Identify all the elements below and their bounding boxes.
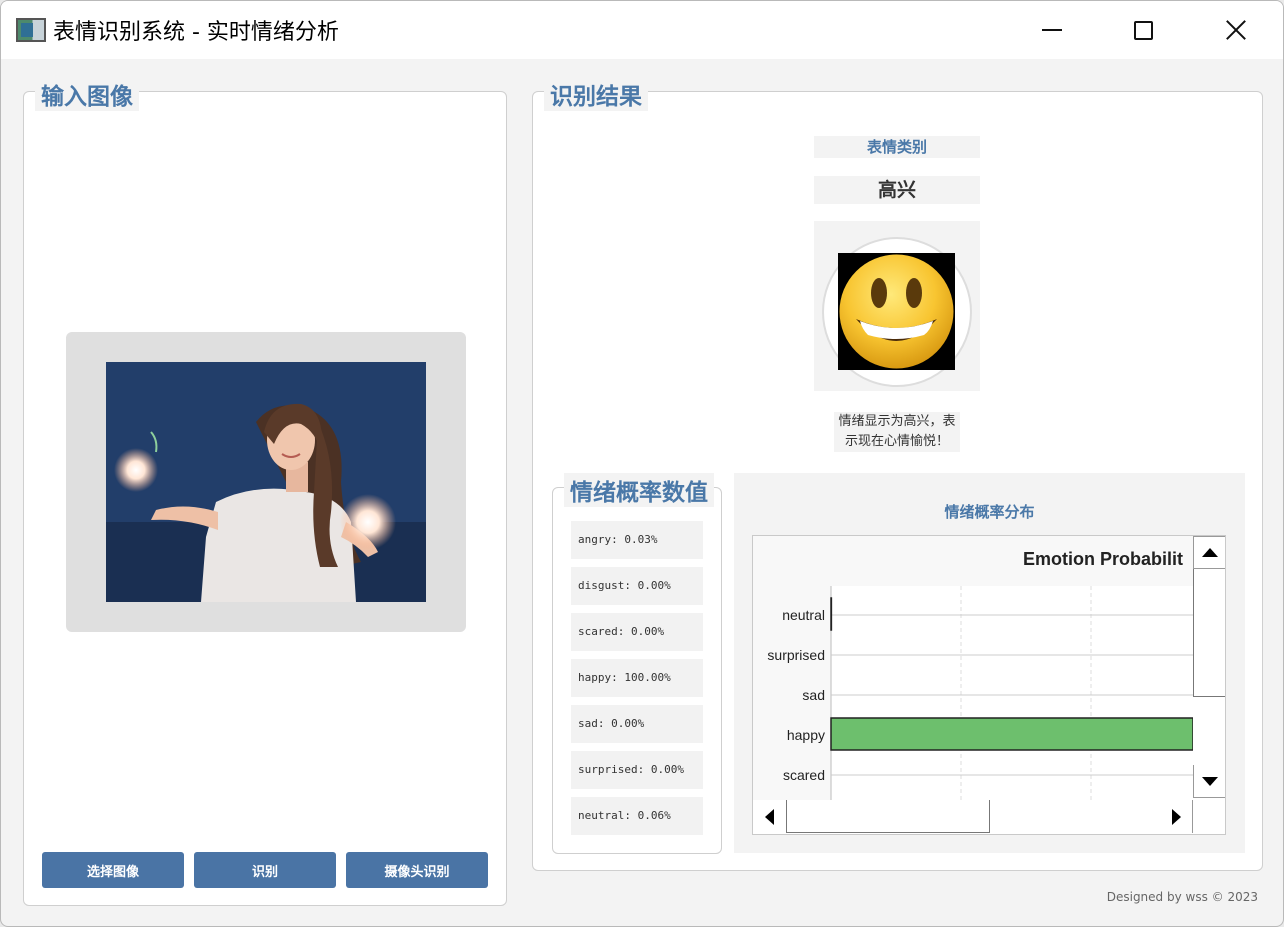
chart-category-label: scared — [783, 767, 825, 783]
footer-credit: Designed by wss © 2023 — [1106, 890, 1258, 904]
minimize-icon — [1042, 29, 1062, 31]
app-window: 表情识别系统 - 实时情绪分析 输入图像 选择图像 识别 摄像头识别 识别结果 … — [0, 0, 1284, 927]
emotion-category-label: 表情类别 — [814, 136, 980, 158]
arrow-right-icon — [1171, 808, 1181, 825]
close-icon — [1225, 19, 1247, 41]
scroll-down-button[interactable] — [1193, 765, 1225, 798]
scroll-left-button[interactable] — [753, 800, 786, 833]
vertical-scroll-thumb[interactable] — [1193, 569, 1225, 697]
camera-recognize-button[interactable]: 摄像头识别 — [346, 852, 488, 888]
probability-item: disgust: 0.00% — [571, 567, 703, 605]
arrow-down-icon — [1202, 776, 1218, 786]
scroll-up-button[interactable] — [1193, 536, 1225, 569]
probability-item: happy: 100.00% — [571, 659, 703, 697]
probability-item: angry: 0.03% — [571, 521, 703, 559]
emotion-probability-chart: Emotion Probabilit neutral surprised sad ha… — [753, 536, 1193, 800]
arrow-left-icon — [765, 808, 774, 825]
photo-content — [106, 362, 426, 602]
chart-scroll-area[interactable]: Emotion Probabilit neutral surprised sad ha… — [752, 535, 1226, 835]
probability-item: sad: 0.00% — [571, 705, 703, 743]
horizontal-scrollbar[interactable] — [753, 800, 1193, 834]
probability-panel: 情绪概率数值 angry: 0.03% disgust: 0.00% scare… — [552, 473, 722, 854]
scroll-right-button[interactable] — [1160, 800, 1193, 833]
emoji-background — [838, 253, 955, 370]
window-title: 表情识别系统 - 实时情绪分析 — [53, 20, 339, 45]
arrow-up-icon — [1201, 548, 1218, 557]
probability-item: surprised: 0.00% — [571, 751, 703, 789]
minimize-button[interactable] — [1030, 11, 1074, 49]
chart-category-label: happy — [787, 727, 825, 743]
input-image-panel: 输入图像 选择图像 识别 摄像头识别 — [23, 77, 507, 906]
probability-title: 情绪概率数值 — [564, 473, 714, 507]
app-icon — [16, 18, 46, 42]
description-line-2: 示现在心情愉悦！ — [844, 434, 949, 449]
probability-item: scared: 0.00% — [571, 613, 703, 651]
chart-title: Emotion Probabilit — [1023, 549, 1183, 569]
smiling-face-icon — [839, 254, 954, 369]
emotion-result: 高兴 — [814, 176, 980, 204]
result-title: 识别结果 — [544, 77, 648, 111]
chart-category-label: sad — [802, 687, 825, 703]
description-line-1: 情绪显示为高兴，表 — [838, 414, 956, 429]
probability-item: neutral: 0.06% — [571, 797, 703, 835]
horizontal-scroll-thumb[interactable] — [786, 800, 990, 833]
emotion-description: 情绪显示为高兴，表 示现在心情愉悦！ — [834, 412, 960, 452]
vertical-scrollbar[interactable] — [1193, 536, 1225, 800]
chart-heading: 情绪概率分布 — [944, 503, 1035, 521]
scroll-corner — [1193, 800, 1225, 834]
close-button[interactable] — [1214, 11, 1258, 49]
input-photo — [106, 362, 426, 602]
select-image-button[interactable]: 选择图像 — [42, 852, 184, 888]
chart-category-label: neutral — [782, 607, 825, 623]
title-bar[interactable]: 表情识别系统 - 实时情绪分析 — [1, 1, 1283, 59]
result-panel: 识别结果 表情类别 高兴 情绪显示为高兴，表 示现在心情愉悦！ 情绪概率数值 a… — [532, 77, 1263, 871]
recognize-button[interactable]: 识别 — [194, 852, 336, 888]
chart-area: 情绪概率分布 Emotion Probabilit neutral surpris… — [734, 473, 1245, 853]
input-image-title: 输入图像 — [35, 77, 139, 111]
maximize-button[interactable] — [1121, 11, 1165, 49]
chart-bar — [830, 717, 1193, 751]
chart-category-label: surprised — [767, 647, 825, 663]
emoji-display — [814, 221, 980, 391]
maximize-icon — [1133, 20, 1153, 40]
image-frame — [66, 332, 466, 632]
